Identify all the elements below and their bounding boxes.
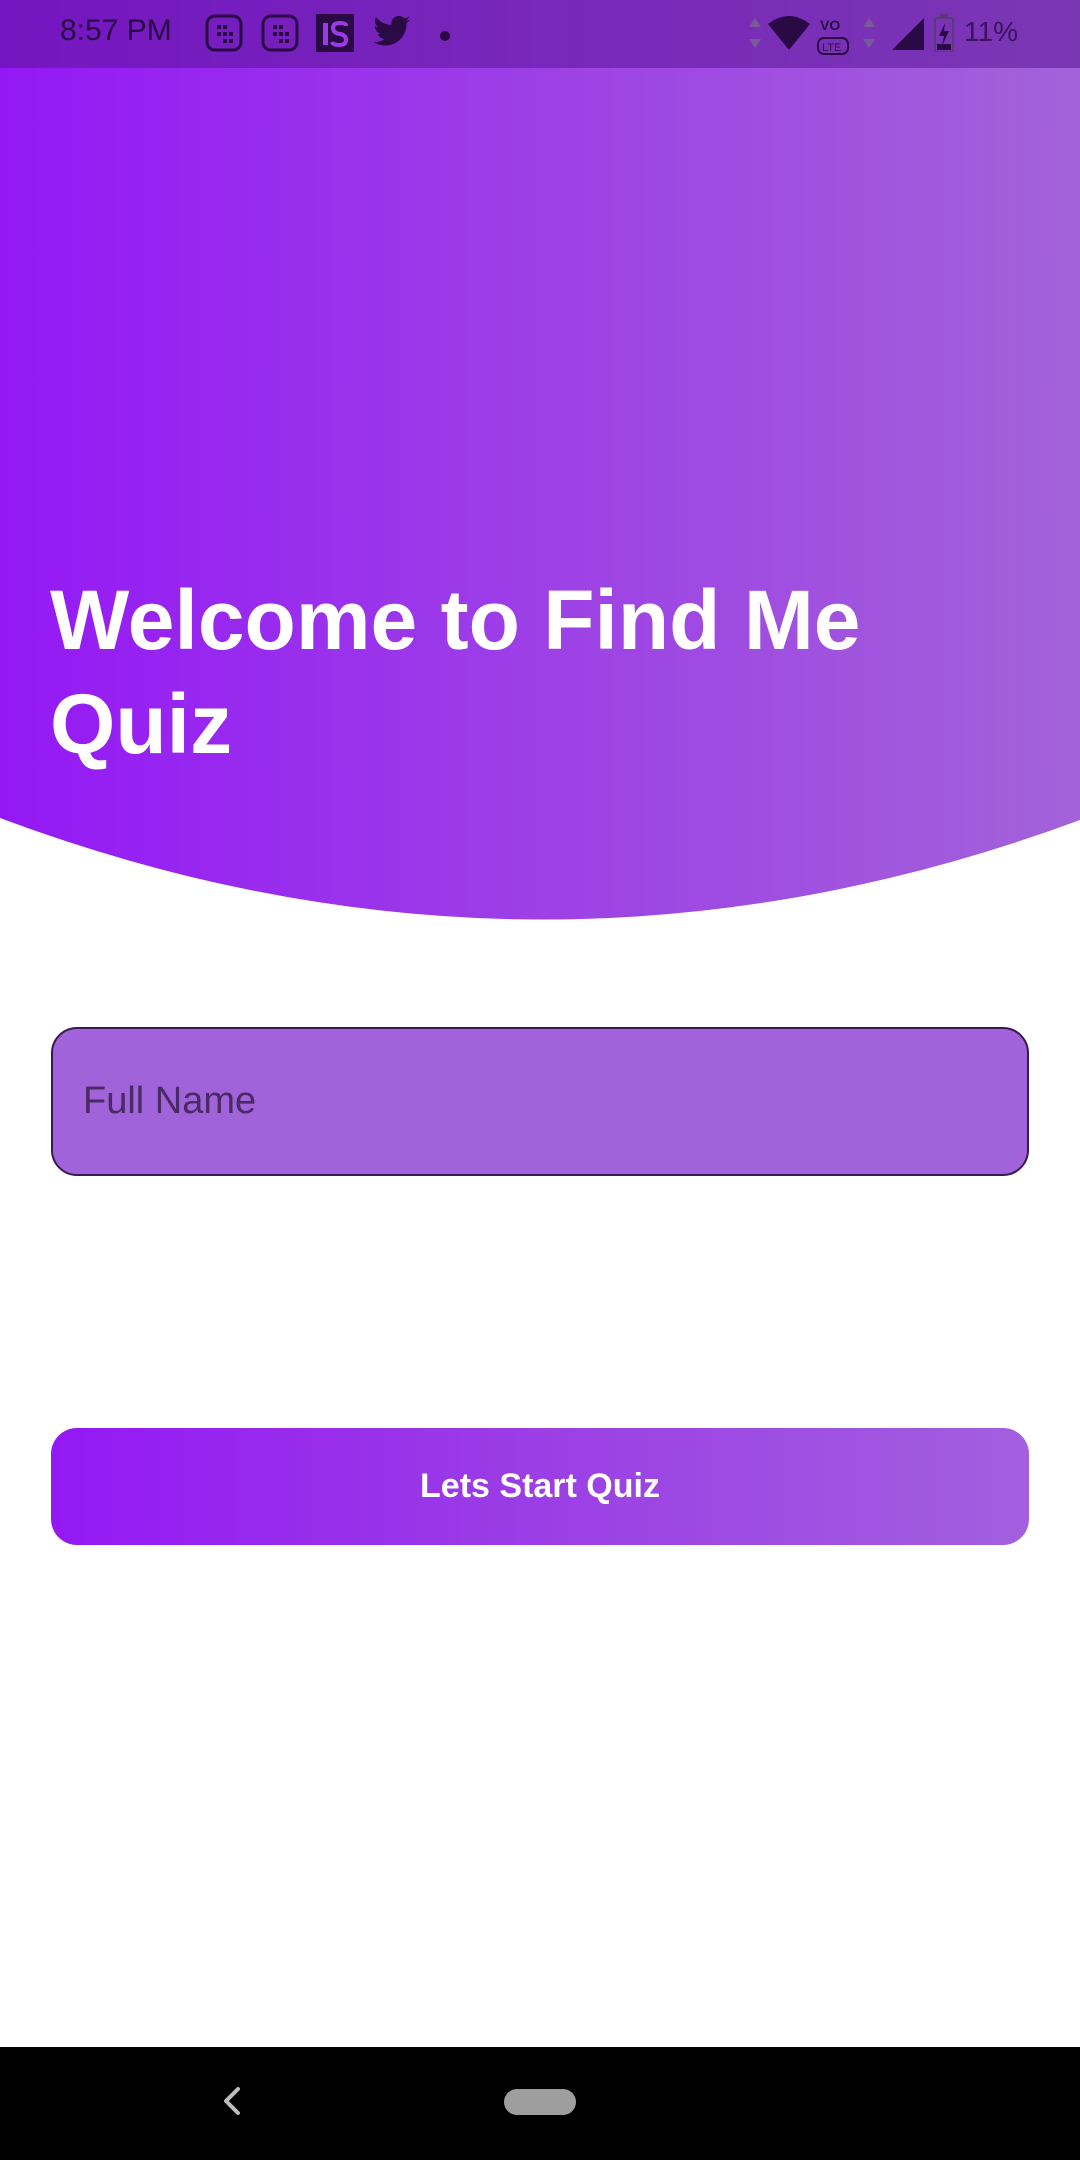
- signal-icon: [892, 18, 924, 55]
- welcome-title: Welcome to Find Me Quiz: [50, 573, 861, 771]
- wifi-icon: [768, 16, 810, 55]
- back-icon[interactable]: [218, 2085, 246, 2122]
- screen: 8:57 PM VO LTE 11% Welcome to Find Me Qu…: [0, 0, 1080, 2160]
- hero-background: [0, 0, 1080, 920]
- status-time: 8:57 PM: [60, 14, 172, 47]
- svg-text:LTE: LTE: [822, 42, 841, 54]
- svg-text:VO: VO: [820, 17, 840, 33]
- volte-icon: VO LTE: [816, 12, 852, 61]
- start-quiz-button[interactable]: Lets Start Quiz: [51, 1428, 1029, 1545]
- data-arrows-icon: [748, 18, 762, 53]
- hero-header: [0, 0, 1080, 920]
- calendar-icon: [261, 14, 299, 57]
- battery-percentage: 11%: [964, 16, 1018, 47]
- dot-icon: [440, 28, 450, 46]
- full-name-input[interactable]: [83, 1029, 1027, 1174]
- battery-charging-icon: [934, 14, 954, 57]
- navigation-bar: [0, 2047, 1080, 2160]
- is-app-icon: [316, 14, 354, 57]
- full-name-field[interactable]: [51, 1027, 1029, 1176]
- start-quiz-label: Lets Start Quiz: [420, 1467, 660, 1505]
- status-bar: 8:57 PM VO LTE 11%: [0, 0, 1080, 68]
- data-arrows-icon: [862, 18, 876, 53]
- calendar-icon: [205, 14, 243, 57]
- twitter-icon: [372, 14, 412, 55]
- home-pill-icon[interactable]: [504, 2089, 576, 2115]
